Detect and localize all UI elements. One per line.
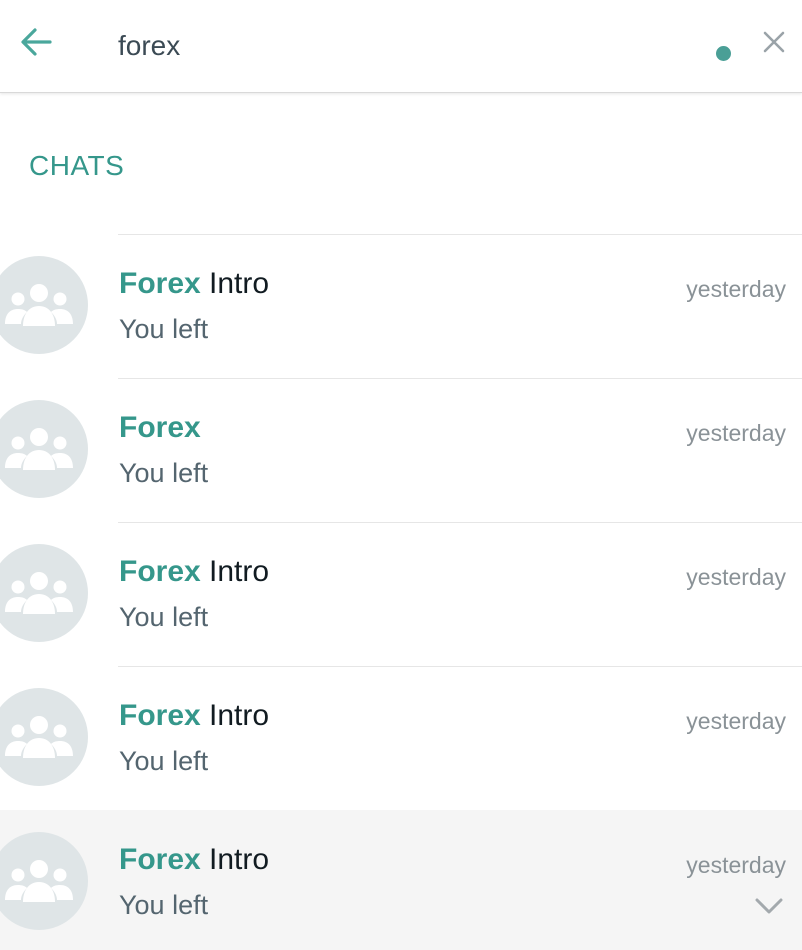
chat-list: Forex Intro yesterday You left Forex yes… [0, 234, 802, 950]
chat-title-match: Forex [119, 267, 201, 300]
search-header [0, 0, 802, 93]
back-arrow-icon [21, 28, 52, 56]
row-divider [118, 810, 802, 811]
chevron-down-icon [755, 898, 783, 914]
chat-result-row[interactable]: Forex Intro yesterday You left [0, 234, 802, 378]
search-loading-indicator [716, 46, 731, 61]
row-divider [118, 666, 802, 667]
chat-last-message: You left [119, 890, 209, 920]
chat-title-rest: Intro [200, 843, 270, 876]
back-button[interactable] [16, 22, 56, 62]
chat-timestamp: yesterday [686, 708, 786, 734]
chat-result-row[interactable]: Forex yesterday You left [0, 378, 802, 522]
chat-result-row-hovered[interactable]: Forex Intro yesterday You left [0, 810, 802, 950]
group-avatar [0, 832, 88, 930]
chat-title-match: Forex [119, 555, 201, 588]
close-icon [763, 31, 785, 53]
search-input[interactable] [118, 24, 678, 68]
group-icon [5, 572, 73, 614]
chat-title-rest: Intro [200, 699, 270, 732]
chat-title: Forex Intro [119, 699, 269, 733]
group-avatar [0, 256, 88, 354]
chat-last-message: You left [119, 314, 209, 344]
chat-timestamp: yesterday [686, 852, 786, 878]
chat-title-rest: Intro [200, 555, 270, 588]
chat-result-row[interactable]: Forex Intro yesterday You left [0, 666, 802, 810]
section-heading-chats: CHATS [29, 150, 125, 181]
chat-title-match: Forex [119, 699, 201, 732]
group-avatar [0, 544, 88, 642]
group-avatar [0, 400, 88, 498]
chat-title-match: Forex [119, 411, 201, 444]
chat-title: Forex [119, 411, 201, 445]
group-icon [5, 716, 73, 758]
group-avatar [0, 688, 88, 786]
clear-search-button[interactable] [756, 24, 792, 60]
chat-result-row[interactable]: Forex Intro yesterday You left [0, 522, 802, 666]
group-icon [5, 428, 73, 470]
row-divider [118, 522, 802, 523]
chat-last-message: You left [119, 458, 209, 488]
row-divider [118, 378, 802, 379]
chat-title: Forex Intro [119, 267, 269, 301]
chat-timestamp: yesterday [686, 276, 786, 302]
search-panel: CHATS Forex Intro yesterday You l [0, 0, 802, 950]
chat-title-rest: Intro [200, 267, 270, 300]
chat-menu-button[interactable] [754, 896, 784, 916]
chat-last-message: You left [119, 746, 209, 776]
chat-timestamp: yesterday [686, 564, 786, 590]
group-icon [5, 284, 73, 326]
chat-title: Forex Intro [119, 843, 269, 877]
group-icon [5, 860, 73, 902]
chat-title: Forex Intro [119, 555, 269, 589]
row-divider [118, 234, 802, 235]
chat-last-message: You left [119, 602, 209, 632]
chat-title-match: Forex [119, 843, 201, 876]
chat-timestamp: yesterday [686, 420, 786, 446]
